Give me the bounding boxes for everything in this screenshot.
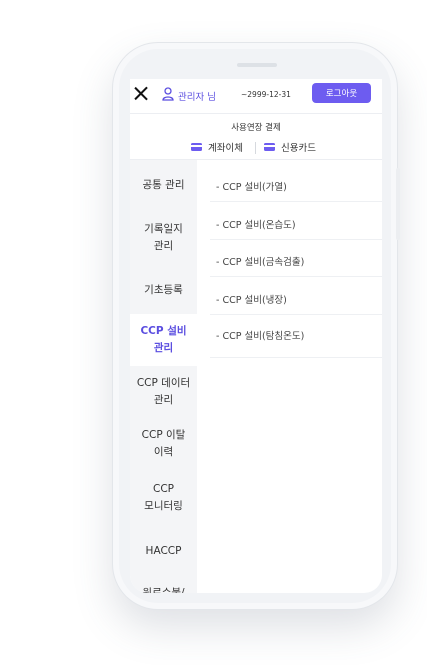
sidebar-item-common[interactable]: 공통 관리: [130, 160, 197, 210]
user-icon: [162, 87, 174, 101]
top-bar: 관리자 님 ~2999-12-31 로그아웃: [130, 79, 382, 113]
sidebar-item-ccp-data[interactable]: CCP 데이터 관리: [130, 366, 197, 418]
submenu-item-probe-temperature[interactable]: - CCP 설비(탐침온도): [216, 328, 304, 342]
sidebar-item-label: CCP 설비 관리: [140, 325, 187, 354]
sidebar-item-label: 기록일지 관리: [144, 223, 183, 252]
divider: [210, 201, 382, 202]
sidebar-item-basic-registration[interactable]: 기초등록: [130, 266, 197, 314]
sidebar-item-label: HACCP: [145, 544, 182, 557]
sidebar-item-label: 원료수불/: [142, 586, 185, 594]
sidebar-item-ccp-deviation[interactable]: CCP 이탈 이력: [130, 418, 197, 470]
user-label[interactable]: 관리자 님: [178, 89, 216, 103]
phone-side-button: [396, 168, 400, 240]
submenu-item-metal-detection[interactable]: - CCP 설비(금속검출): [216, 254, 304, 268]
sidebar-item-label: 공통 관리: [142, 178, 185, 191]
card-icon: [191, 143, 202, 151]
submenu-item-humidity[interactable]: - CCP 설비(온습도): [216, 217, 296, 231]
bank-transfer-option[interactable]: 계좌이체: [191, 140, 243, 154]
payment-options: 계좌이체 신용카드: [130, 137, 382, 159]
credit-card-option[interactable]: 신용카드: [264, 140, 316, 154]
logout-button[interactable]: 로그아웃: [312, 83, 371, 103]
divider: [130, 113, 382, 114]
divider: [210, 357, 382, 358]
app-screen: 관리자 님 ~2999-12-31 로그아웃 사용연장 결제 계좌이체 신용카드…: [130, 79, 382, 593]
extension-title: 사용연장 결제: [231, 123, 281, 133]
phone-speaker: [237, 63, 277, 67]
sidebar: 공통 관리 기록일지 관리 기초등록 CCP 설비 관리 CCP 데이터 관리 …: [130, 160, 197, 593]
card-icon: [264, 143, 275, 151]
sidebar-item-label: CCP 데이터 관리: [136, 377, 191, 406]
submenu-item-refrigeration[interactable]: - CCP 설비(냉장): [216, 292, 287, 306]
divider: [255, 142, 256, 154]
sidebar-item-records[interactable]: 기록일지 관리: [130, 210, 197, 266]
bank-transfer-label: 계좌이체: [208, 143, 243, 154]
sidebar-item-raw-material[interactable]: 원료수불/: [130, 576, 197, 594]
divider: [210, 239, 382, 240]
submenu-item-heating[interactable]: - CCP 설비(가열): [216, 179, 287, 193]
sidebar-item-label: 기초등록: [144, 283, 183, 296]
sidebar-item-haccp[interactable]: HACCP: [130, 526, 197, 576]
divider: [210, 276, 382, 277]
credit-card-label: 신용카드: [281, 143, 316, 154]
divider: [210, 314, 382, 315]
close-icon[interactable]: [134, 86, 148, 100]
sidebar-item-ccp-equipment[interactable]: CCP 설비 관리: [130, 314, 197, 366]
sidebar-item-label: CCP 모니터링: [144, 483, 183, 512]
sidebar-item-label: CCP 이탈 이력: [141, 429, 186, 458]
expiry-date: ~2999-12-31: [241, 90, 291, 99]
sidebar-item-ccp-monitoring[interactable]: CCP 모니터링: [130, 470, 197, 526]
